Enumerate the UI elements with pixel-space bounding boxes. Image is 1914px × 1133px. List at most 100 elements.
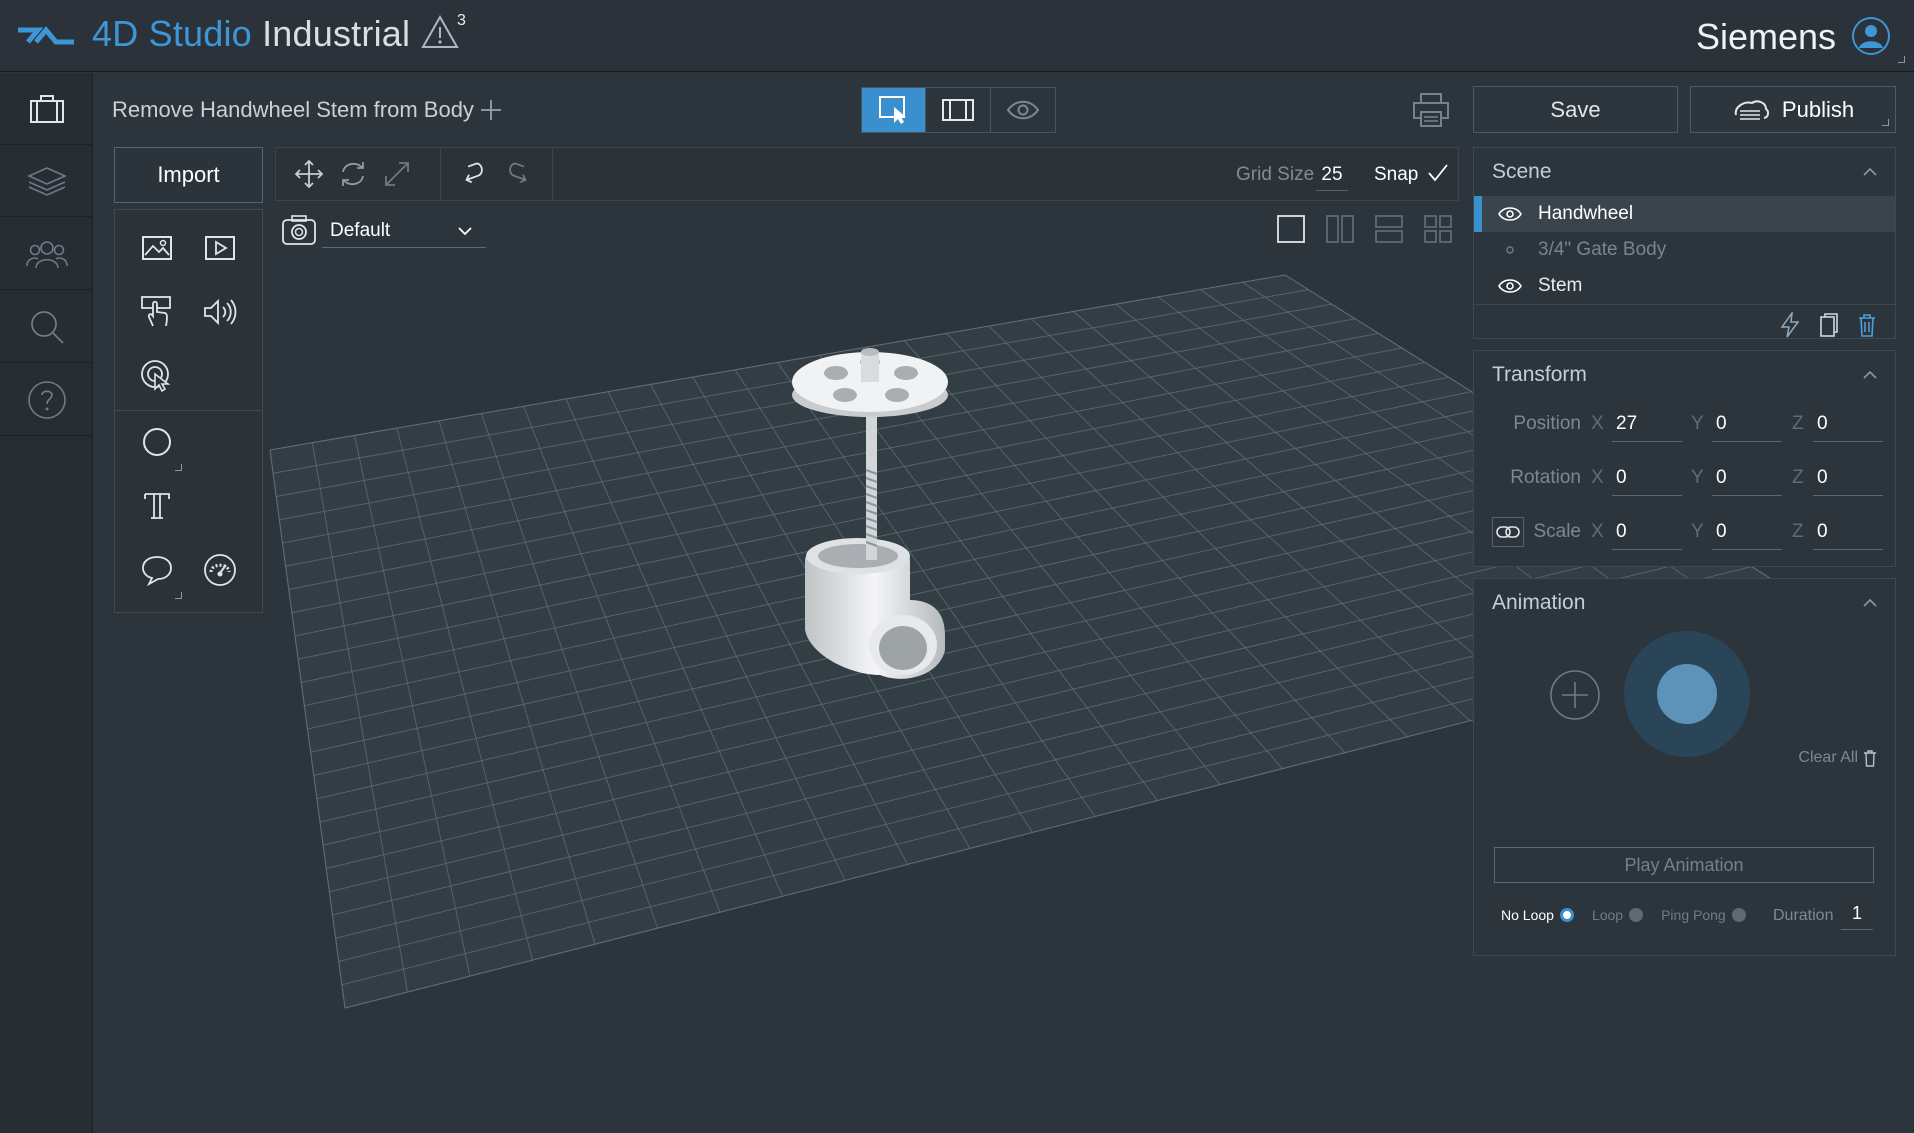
corner-mark-icon xyxy=(175,464,182,471)
layout-two-row-icon[interactable] xyxy=(1374,214,1404,244)
text-tool-icon[interactable] xyxy=(135,484,179,528)
select-mode-button[interactable] xyxy=(862,88,927,132)
eye-icon[interactable] xyxy=(1498,206,1522,222)
lightning-icon[interactable] xyxy=(1779,311,1801,338)
undo-icon[interactable] xyxy=(459,159,489,189)
canvas-toolbar: Grid Size 25 Snap xyxy=(275,147,1459,201)
transform-panel: Transform Position X 27 Y 0 Z 0 Rotation… xyxy=(1473,350,1896,567)
snap-toggle[interactable]: Snap xyxy=(1374,164,1418,186)
publish-button[interactable]: Publish xyxy=(1690,86,1896,133)
scene-panel: Scene Handwheel 3/4" Gate Body Stem xyxy=(1473,147,1896,339)
chevron-down-icon xyxy=(458,226,472,236)
grid-size-input[interactable]: 25 xyxy=(1316,164,1348,191)
clear-all-button[interactable]: Clear All xyxy=(1798,749,1877,767)
scale-y-input[interactable]: 0 xyxy=(1712,519,1782,550)
view-mode-button[interactable] xyxy=(991,88,1055,132)
camera-icon[interactable] xyxy=(281,214,317,246)
film-icon xyxy=(941,98,975,122)
duration-label: Duration xyxy=(1773,907,1834,924)
comment-tool-icon[interactable] xyxy=(135,548,179,592)
video-tool-icon[interactable] xyxy=(198,226,242,270)
mode-toggle-group xyxy=(861,87,1056,133)
radio-unselected-icon[interactable] xyxy=(1731,908,1746,922)
scale-row: Scale X 0 Y 0 Z 0 xyxy=(1474,507,1895,561)
loop-option-label: No Loop xyxy=(1501,907,1554,923)
printer-icon xyxy=(1412,92,1450,128)
loop-option-ping-pong[interactable]: Ping Pong xyxy=(1661,907,1746,923)
grid-size-label: Grid Size xyxy=(1236,164,1315,185)
position-label: Position xyxy=(1513,413,1581,434)
transform-tools xyxy=(276,148,441,200)
chevron-up-icon[interactable] xyxy=(1863,167,1877,177)
eye-icon[interactable] xyxy=(1498,278,1522,294)
scene-item-label: 3/4" Gate Body xyxy=(1538,239,1667,260)
rotation-row: Rotation X 0 Y 0 Z 0 xyxy=(1474,453,1895,507)
rotation-x-input[interactable]: 0 xyxy=(1612,465,1682,496)
add-keyframe-button[interactable] xyxy=(1549,669,1601,721)
duration-input[interactable]: 1 xyxy=(1841,903,1873,930)
save-button[interactable]: Save xyxy=(1473,86,1678,133)
chevron-up-icon[interactable] xyxy=(1863,370,1877,380)
radio-selected-icon[interactable] xyxy=(1559,908,1574,922)
rotation-z-input[interactable]: 0 xyxy=(1813,465,1883,496)
scene-item-stem[interactable]: Stem xyxy=(1474,268,1895,304)
layout-two-column-icon[interactable] xyxy=(1325,214,1355,244)
move-icon[interactable] xyxy=(294,159,324,189)
scene-panel-header[interactable]: Scene xyxy=(1474,148,1895,196)
loop-option-label: Ping Pong xyxy=(1661,907,1726,923)
image-tool-icon[interactable] xyxy=(135,226,179,270)
axis-x-label: X xyxy=(1591,521,1604,542)
redo-icon[interactable] xyxy=(503,159,533,189)
trash-icon[interactable] xyxy=(1857,312,1877,338)
audio-tool-icon[interactable] xyxy=(198,290,242,334)
rotation-y-input[interactable]: 0 xyxy=(1712,465,1782,496)
cursor-select-icon xyxy=(878,95,910,125)
preview-mode-button[interactable] xyxy=(926,88,991,132)
play-animation-button[interactable]: Play Animation xyxy=(1494,847,1874,883)
animation-panel: Animation Clear All Play Animation No Lo… xyxy=(1473,578,1896,956)
corner-mark-icon xyxy=(175,592,182,599)
scene-item-gate-body[interactable]: 3/4" Gate Body xyxy=(1474,232,1895,268)
scene-item-handwheel[interactable]: Handwheel xyxy=(1474,196,1895,232)
layout-quad-icon[interactable] xyxy=(1423,214,1453,244)
duplicate-icon[interactable] xyxy=(1819,312,1839,338)
chevron-up-icon[interactable] xyxy=(1863,598,1877,608)
checkmark-icon[interactable] xyxy=(1426,162,1450,184)
record-animation-button[interactable] xyxy=(1624,631,1750,757)
add-document-icon[interactable] xyxy=(480,99,502,121)
scale-x-input[interactable]: 0 xyxy=(1612,519,1682,550)
camera-select-value: Default xyxy=(330,220,391,241)
hidden-dot-icon[interactable] xyxy=(1498,246,1522,254)
history-tools xyxy=(441,148,553,200)
rotate-icon[interactable] xyxy=(338,159,368,189)
import-button[interactable]: Import xyxy=(114,147,263,203)
trash-icon xyxy=(1863,749,1877,767)
touch-tool-icon[interactable] xyxy=(135,290,179,334)
position-y-input[interactable]: 0 xyxy=(1712,411,1782,442)
axis-z-label: Z xyxy=(1792,467,1804,488)
scale-z-input[interactable]: 0 xyxy=(1813,519,1883,550)
camera-select[interactable]: Default xyxy=(322,218,486,248)
position-x-input[interactable]: 27 xyxy=(1612,411,1682,442)
axis-y-label: Y xyxy=(1691,413,1704,434)
loop-option-loop[interactable]: Loop xyxy=(1592,907,1644,923)
scene-actions xyxy=(1474,304,1895,344)
gauge-tool-icon[interactable] xyxy=(198,548,242,592)
scale-label: Scale xyxy=(1533,521,1581,542)
position-z-input[interactable]: 0 xyxy=(1813,411,1883,442)
transform-panel-title: Transform xyxy=(1492,363,1587,386)
loop-options: No Loop Loop Ping Pong xyxy=(1501,907,1746,923)
hotspot-tool-icon[interactable] xyxy=(135,354,179,398)
loop-option-no-loop[interactable]: No Loop xyxy=(1501,907,1574,923)
axis-y-label: Y xyxy=(1691,467,1704,488)
radio-unselected-icon[interactable] xyxy=(1629,908,1644,922)
scale-icon[interactable] xyxy=(382,159,412,189)
document-title[interactable]: Remove Handwheel Stem from Body xyxy=(112,97,474,123)
print-button[interactable] xyxy=(1412,92,1450,128)
layout-single-icon[interactable] xyxy=(1276,214,1306,244)
shape-tool-icon[interactable] xyxy=(135,420,179,464)
transform-panel-header[interactable]: Transform xyxy=(1474,351,1895,399)
axis-x-label: X xyxy=(1591,413,1604,434)
animation-panel-header[interactable]: Animation xyxy=(1474,579,1895,627)
position-row: Position X 27 Y 0 Z 0 xyxy=(1474,399,1895,453)
